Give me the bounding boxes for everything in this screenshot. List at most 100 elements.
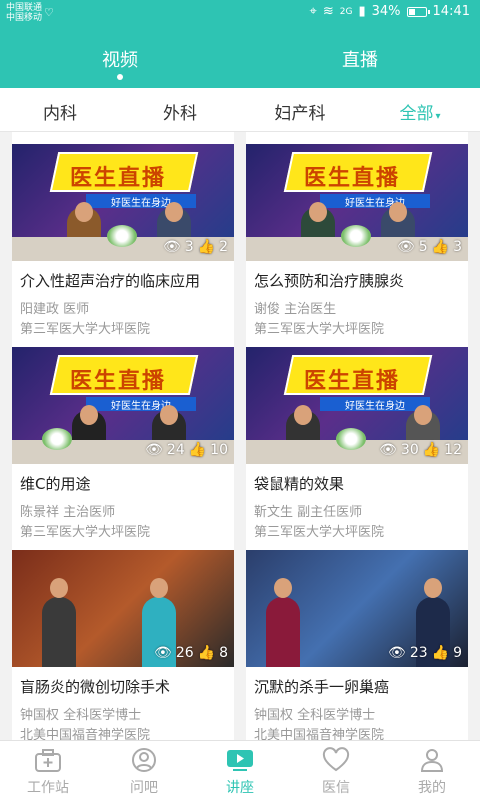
tab-label: 讲座: [226, 780, 254, 796]
category-all-label: 全部: [399, 104, 434, 124]
thumbnail-banner-text: 医生直播: [70, 166, 167, 191]
thumbs-up-icon: 👍: [431, 645, 450, 661]
category-internal-medicine[interactable]: 内科: [10, 99, 110, 124]
category-obgyn[interactable]: 妇产科: [250, 99, 350, 124]
thumbs-up-icon: 👍: [431, 239, 450, 255]
thumbs-up-icon: 👍: [188, 442, 207, 458]
tab-label: 工作站: [27, 780, 69, 796]
video-stats: 👁 3 👍 2: [163, 239, 228, 255]
video-title: 袋鼠精的效果: [254, 475, 345, 493]
eye-icon: 👁: [154, 645, 172, 661]
tab-workstation[interactable]: 工作站: [0, 747, 96, 797]
video-stats: 👁 24 👍 10: [145, 442, 228, 458]
location-icon: ⌖: [309, 4, 317, 19]
tab-label: 我的: [418, 780, 446, 796]
category-surgery[interactable]: 外科: [130, 99, 230, 124]
video-thumbnail[interactable]: 医生直播 好医生在身边 👁 24 👍 10: [12, 347, 234, 464]
tab-ask[interactable]: 问吧: [96, 747, 192, 797]
video-title: 维C的用途: [20, 475, 91, 493]
video-play-icon: [227, 750, 253, 771]
video-thumbnail[interactable]: 医生直播 好医生在身边 👁 30 👍 12: [246, 347, 468, 464]
like-count: 12: [444, 442, 462, 458]
tab-video[interactable]: 视频: [60, 46, 180, 72]
like-count: 10: [210, 442, 228, 458]
like-count: 9: [453, 645, 462, 661]
thumbnail-sub-text: 好医生在身边: [320, 397, 430, 412]
tab-live[interactable]: 直播: [300, 46, 420, 72]
clock: 14:41: [432, 4, 470, 19]
doctor-name: 谢俊 主治医生: [254, 302, 337, 317]
heart-icon: [322, 747, 350, 772]
thumbs-up-icon: 👍: [197, 645, 216, 661]
thumbnail-sub-text: 好医生在身边: [320, 194, 430, 209]
video-card[interactable]: 👁 26 👍 8 盲肠炎的微创切除手术 钟国权 全科医学博士 北美中国福音神学医院: [12, 538, 234, 743]
video-title: 沉默的杀手一卵巢癌: [254, 678, 390, 696]
view-count: 30: [400, 442, 419, 458]
doctor-name: 靳文生 副主任医师: [254, 505, 363, 520]
video-title: 介入性超声治疗的临床应用: [20, 272, 201, 290]
carrier-1: 中国联通: [6, 3, 43, 13]
video-title: 怎么预防和治疗胰腺炎: [254, 272, 405, 290]
person-icon: [420, 749, 444, 772]
like-count: 8: [219, 645, 228, 661]
tab-label: 医信: [322, 780, 350, 796]
thumbnail-sub-text: 好医生在身边: [86, 397, 196, 412]
status-right: ⌖ ≋ 2G ▮ 34% 14:41: [310, 4, 470, 19]
video-stats: 👁 5 👍 3: [397, 239, 462, 255]
video-stats: 👁 23 👍 9: [388, 645, 462, 661]
status-bar: 中国联通 中国移动 ♡ ⌖ ≋ 2G ▮ 34% 14:41: [0, 0, 480, 26]
medical-kit-icon: [35, 749, 61, 772]
view-count: 5: [418, 239, 428, 255]
like-count: 3: [453, 239, 462, 255]
chevron-down-icon: ▾: [435, 111, 441, 122]
view-count: 26: [175, 645, 194, 661]
eye-icon: 👁: [388, 645, 406, 661]
video-card[interactable]: 医生直播 好医生在身边 👁 3 👍 2 介入性超声治疗的临床应用 阳建政 医师 第三…: [12, 132, 234, 337]
eye-icon: 👁: [379, 442, 397, 458]
doctor-name: 钟国权 全科医学博士: [20, 708, 142, 723]
doctor-name: 陈景祥 主治医师: [20, 505, 116, 520]
thumbnail-banner-text: 医生直播: [70, 369, 167, 394]
view-count: 24: [166, 442, 185, 458]
battery-percent: 34%: [371, 4, 401, 19]
tab-profile[interactable]: 我的: [384, 747, 480, 797]
bottom-tab-bar: 工作站 问吧 讲座 医信 我的: [0, 740, 480, 800]
thumbnail-banner-text: 医生直播: [304, 369, 401, 394]
video-card[interactable]: 医生直播 好医生在身边 👁 5 👍 3 怎么预防和治疗胰腺炎 谢俊 主治医生 第三军…: [246, 132, 468, 337]
signal-icon: ▮: [358, 4, 366, 19]
active-tab-indicator: [117, 74, 123, 80]
video-thumbnail[interactable]: 👁 26 👍 8: [12, 550, 234, 667]
video-card[interactable]: 医生直播 好医生在身边 👁 30 👍 12 袋鼠精的效果 靳文生 副主任医师 第三军…: [246, 335, 468, 540]
video-card[interactable]: 医生直播 好医生在身边 👁 24 👍 10 维C的用途 陈景祥 主治医师 第三军医大…: [12, 335, 234, 540]
eye-icon: 👁: [162, 239, 181, 255]
video-thumbnail[interactable]: 👁 23 👍 9: [246, 550, 468, 667]
view-count: 3: [184, 239, 194, 255]
video-grid: 医生直播 好医生在身边 👁 3 👍 2 介入性超声治疗的临床应用 阳建政 医师 第三…: [0, 132, 480, 743]
tab-lecture[interactable]: 讲座: [192, 747, 288, 797]
like-count: 2: [219, 239, 228, 255]
carrier-2: 中国移动: [6, 13, 43, 23]
category-bar: 内科 外科 妇产科 全部 ▾: [0, 88, 480, 132]
thumbs-up-icon: 👍: [422, 442, 441, 458]
thumbnail-banner-text: 医生直播: [304, 166, 401, 191]
eye-icon: 👁: [396, 239, 415, 255]
video-thumbnail[interactable]: 医生直播 好医生在身边 👁 3 👍 2: [12, 144, 234, 261]
video-card[interactable]: 👁 23 👍 9 沉默的杀手一卵巢癌 钟国权 全科医学博士 北美中国福音神学医院: [246, 538, 468, 743]
health-heart-icon: ♡: [44, 6, 54, 19]
tab-medical-message[interactable]: 医信: [288, 747, 384, 797]
tab-label: 问吧: [130, 780, 158, 796]
network-type: 2G: [339, 6, 353, 17]
battery-icon: [406, 6, 430, 17]
video-stats: 👁 26 👍 8: [154, 645, 228, 661]
carrier-info: 中国联通 中国移动: [6, 3, 42, 23]
wifi-icon: ≋: [322, 4, 334, 19]
top-tab-bar: 视频 直播: [0, 26, 480, 88]
eye-icon: 👁: [145, 442, 163, 458]
doctor-icon: [132, 748, 156, 772]
video-stats: 👁 30 👍 12: [379, 442, 462, 458]
category-all[interactable]: 全部 ▾: [370, 99, 470, 124]
doctor-name: 钟国权 全科医学博士: [254, 708, 376, 723]
view-count: 23: [409, 645, 428, 661]
thumbs-up-icon: 👍: [197, 239, 216, 255]
video-thumbnail[interactable]: 医生直播 好医生在身边 👁 5 👍 3: [246, 144, 468, 261]
